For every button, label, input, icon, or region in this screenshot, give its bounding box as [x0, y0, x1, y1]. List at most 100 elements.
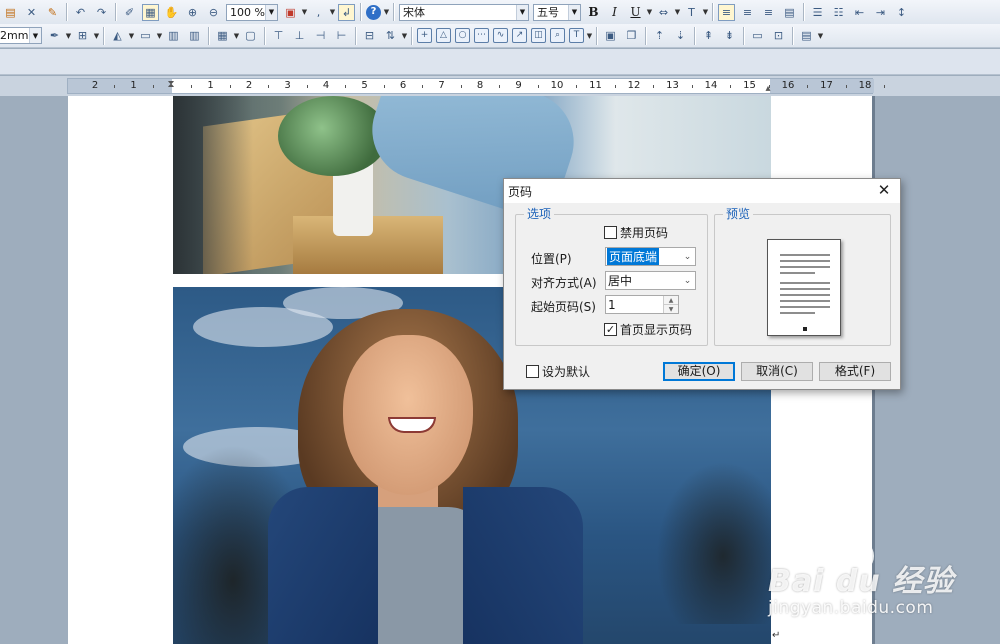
chevron-down-icon[interactable]: ▼: [702, 8, 709, 16]
crop-icon[interactable]: ⊡: [770, 27, 787, 44]
table-icon[interactable]: ▦: [214, 27, 231, 44]
ruler-tick: [460, 85, 462, 88]
character-spacing-icon[interactable]: ⇔: [655, 4, 672, 21]
shape-text-icon[interactable]: T: [569, 28, 584, 43]
shape-search-icon[interactable]: ⌕: [550, 28, 565, 43]
ok-button[interactable]: 确定(O): [663, 362, 735, 381]
insert-object-icon[interactable]: ▣: [282, 4, 299, 21]
checkbox-box[interactable]: ✓: [604, 323, 617, 336]
format-button[interactable]: 格式(F): [819, 362, 891, 381]
chevron-down-icon[interactable]: ▼: [817, 32, 824, 40]
shape-ellipse-icon[interactable]: ○: [455, 28, 470, 43]
draw-icon[interactable]: ✐: [121, 4, 138, 21]
chevron-down-icon[interactable]: ▼: [664, 304, 678, 313]
set-default-checkbox[interactable]: 设为默认: [526, 363, 590, 380]
align-objects-icon[interactable]: ⇞: [700, 27, 717, 44]
insert-column-icon[interactable]: ⊥: [291, 27, 308, 44]
send-backward-icon[interactable]: ⇣: [672, 27, 689, 44]
sort-icon[interactable]: ⇅: [382, 27, 399, 44]
table-properties-icon[interactable]: ▢: [242, 27, 259, 44]
line-width-combo[interactable]: 2mm ▼: [0, 27, 42, 44]
bold-button[interactable]: B: [585, 4, 602, 21]
justify-icon[interactable]: ▤: [781, 4, 798, 21]
align-left-icon[interactable]: ≡: [718, 3, 735, 21]
delete-row-icon[interactable]: ⊣: [312, 27, 329, 44]
chevron-down-icon[interactable]: ▼: [586, 32, 593, 40]
grid-toggle-icon[interactable]: ▦: [142, 3, 159, 21]
ruler-tick: [229, 85, 231, 88]
bullet-list-icon[interactable]: ☰: [809, 4, 826, 21]
redo-icon[interactable]: ↷: [93, 4, 110, 21]
shape-dots-icon[interactable]: ⋯: [474, 28, 489, 43]
watermark-logo: Bai du 经验: [768, 564, 955, 599]
chevron-down-icon[interactable]: ▼: [674, 8, 681, 16]
dialog-titlebar[interactable]: 页码 ✕: [504, 179, 900, 203]
chevron-down-icon[interactable]: ▼: [383, 8, 390, 16]
align-center-icon[interactable]: ≡: [739, 4, 756, 21]
shape-arrow-icon[interactable]: ↗: [512, 28, 527, 43]
horizontal-ruler[interactable]: ⧗ ▴ 2 1 1 2 3 4 5 6 7 8 9 10 11 12 13 14 15 16 17 18: [67, 78, 886, 94]
fill-color-icon[interactable]: ◭: [109, 27, 126, 44]
start-page-stepper[interactable]: 1 ▲ ▼: [605, 295, 679, 314]
frame-icon[interactable]: ▭: [749, 27, 766, 44]
underline-button[interactable]: U: [627, 4, 644, 21]
chevron-down-icon[interactable]: ▼: [233, 32, 240, 40]
zoom-out-icon[interactable]: ⊖: [205, 4, 222, 21]
close-icon[interactable]: ✕: [876, 182, 892, 198]
wrap-text-icon[interactable]: ⇟: [721, 27, 738, 44]
border-icon[interactable]: ▭: [137, 27, 154, 44]
zoom-combo[interactable]: 100 % ▼: [226, 3, 278, 21]
distribute-icon[interactable]: ⊟: [361, 27, 378, 44]
checkbox-box[interactable]: [526, 365, 539, 378]
paragraph-icon[interactable]: ↲: [338, 3, 355, 21]
shape-triangle-icon[interactable]: △: [436, 28, 451, 43]
disable-page-number-checkbox[interactable]: 禁用页码: [604, 224, 668, 241]
increase-indent-icon[interactable]: ⇥: [872, 4, 889, 21]
paste-icon[interactable]: ▤: [2, 4, 19, 21]
insert-image-icon[interactable]: ▣: [602, 27, 619, 44]
chevron-down-icon[interactable]: ▼: [128, 32, 135, 40]
font-color-icon[interactable]: T: [683, 4, 700, 21]
alignment-select[interactable]: 居中 ⌄: [605, 271, 696, 290]
border-style-icon[interactable]: ⊞: [74, 27, 91, 44]
chevron-down-icon[interactable]: ▼: [301, 8, 308, 16]
zoom-in-icon[interactable]: ⊕: [184, 4, 201, 21]
split-cells-icon[interactable]: ▥: [186, 27, 203, 44]
indent-marker-icon[interactable]: ⧗: [168, 79, 177, 94]
undo-icon[interactable]: ↶: [72, 4, 89, 21]
chevron-up-icon[interactable]: ▲: [664, 296, 678, 304]
italic-button[interactable]: I: [606, 4, 623, 21]
delete-icon[interactable]: ✕: [23, 4, 40, 21]
checkbox-box[interactable]: [604, 226, 617, 239]
merge-cells-icon[interactable]: ▥: [165, 27, 182, 44]
hand-pan-icon[interactable]: ✋: [163, 4, 180, 21]
numbered-list-icon[interactable]: ☷: [830, 4, 847, 21]
decrease-indent-icon[interactable]: ⇤: [851, 4, 868, 21]
more-options-icon[interactable]: ▤: [798, 27, 815, 44]
chevron-down-icon[interactable]: ▼: [329, 8, 336, 16]
insert-row-icon[interactable]: ⊤: [270, 27, 287, 44]
position-select[interactable]: 页面底端 ⌄: [605, 247, 696, 266]
show-first-page-checkbox[interactable]: ✓ 首页显示页码: [604, 321, 692, 338]
group-objects-icon[interactable]: ❐: [623, 27, 640, 44]
pen-color-icon[interactable]: ✒: [46, 27, 63, 44]
cancel-button[interactable]: 取消(C): [741, 362, 813, 381]
bring-forward-icon[interactable]: ⇡: [651, 27, 668, 44]
line-spacing-icon[interactable]: ↕: [893, 4, 910, 21]
shape-curve-icon[interactable]: ∿: [493, 28, 508, 43]
chevron-down-icon[interactable]: ▼: [646, 8, 653, 16]
chevron-down-icon[interactable]: ▼: [156, 32, 163, 40]
font-size-combo[interactable]: 五号 ▼: [533, 3, 581, 21]
delete-column-icon[interactable]: ⊢: [333, 27, 350, 44]
chevron-down-icon[interactable]: ▼: [93, 32, 100, 40]
font-name-combo[interactable]: 宋体 ▼: [399, 3, 529, 21]
shape-rect-icon[interactable]: +: [417, 28, 432, 43]
punctuation-icon[interactable]: ,: [310, 4, 327, 21]
format-painter-icon[interactable]: ✎: [44, 4, 61, 21]
shape-callout-icon[interactable]: ◫: [531, 28, 546, 43]
align-right-icon[interactable]: ≡: [760, 4, 777, 21]
chevron-down-icon[interactable]: ▼: [401, 32, 408, 40]
help-icon[interactable]: ?: [366, 4, 381, 20]
stepper-buttons[interactable]: ▲ ▼: [663, 296, 678, 313]
chevron-down-icon[interactable]: ▼: [65, 32, 72, 40]
